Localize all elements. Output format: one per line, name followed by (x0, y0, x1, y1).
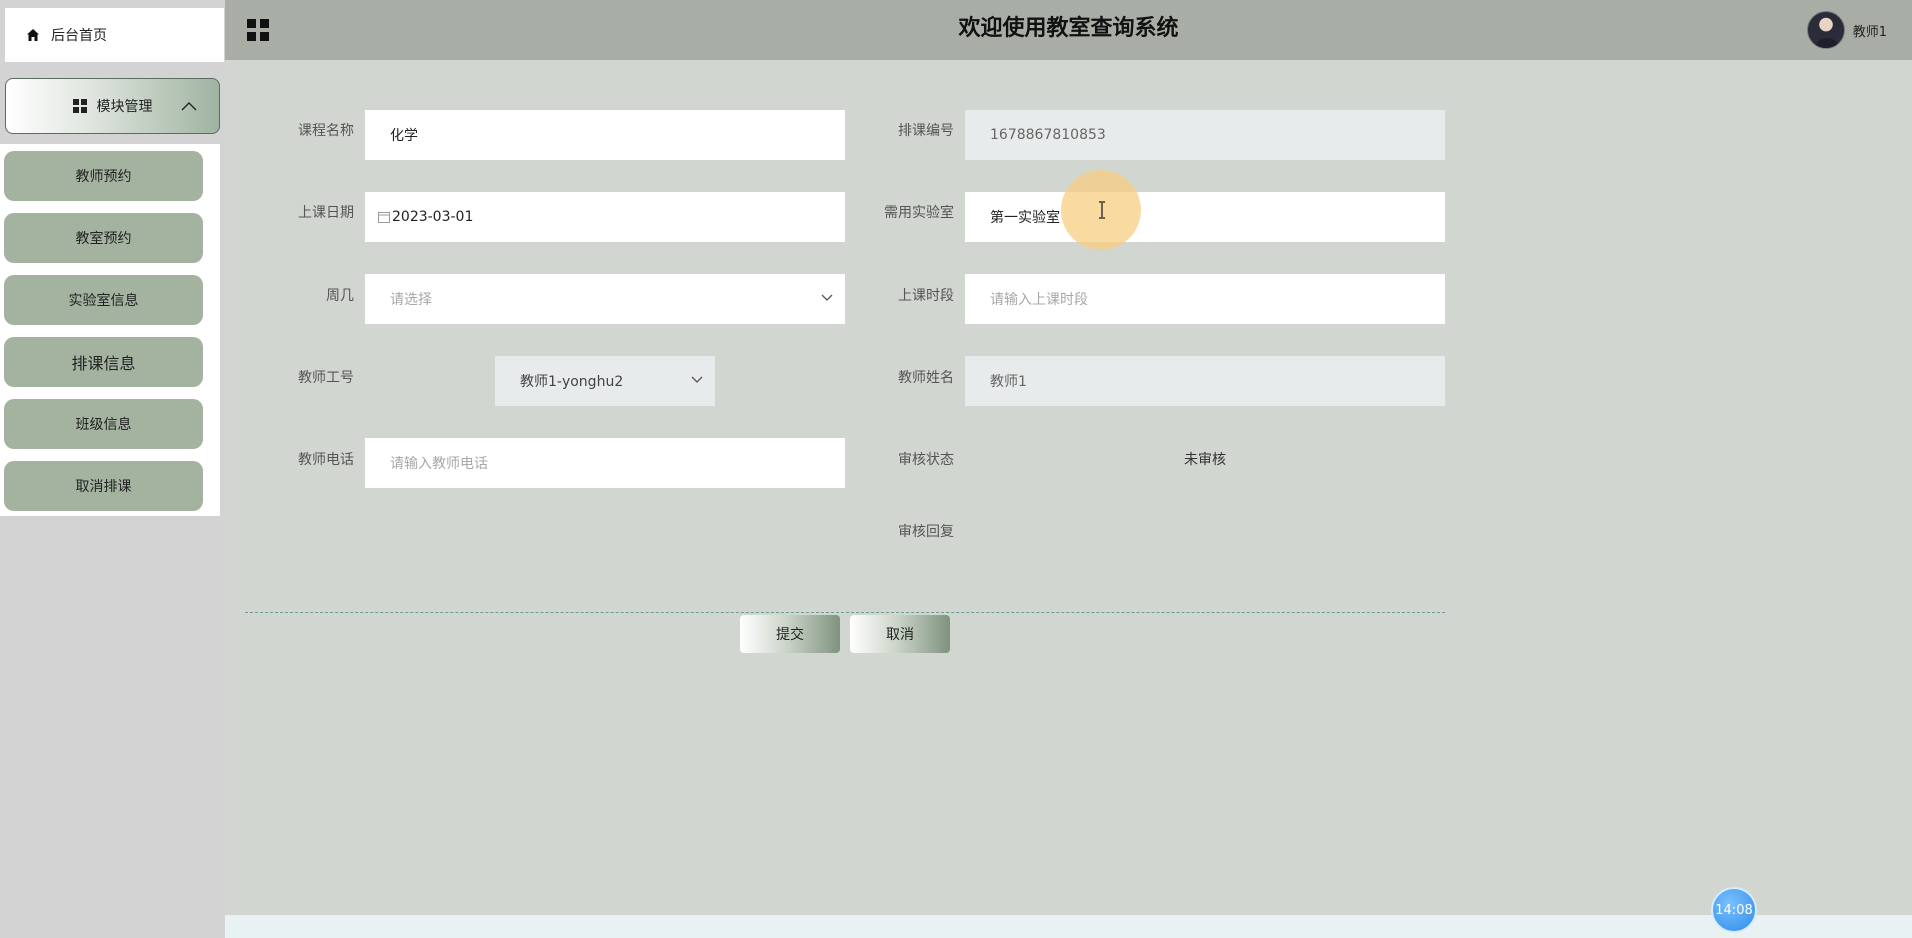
course-name-label: 课程名称 (298, 123, 354, 139)
sidebar-item-teacher-booking[interactable]: 教师预约 (4, 151, 203, 201)
sidebar-item-class-info[interactable]: 班级信息 (4, 399, 203, 449)
user-menu[interactable]: 教师1 (1806, 10, 1887, 50)
cancel-button[interactable]: 取消 (850, 615, 950, 653)
schedule-no-field: 1678867810853 (965, 110, 1445, 160)
class-period-input[interactable]: 请输入上课时段 (965, 274, 1445, 324)
weekday-label: 周几 (326, 288, 354, 304)
teacher-name-field: 教师1 (965, 356, 1445, 406)
class-date-label: 上课日期 (298, 205, 354, 221)
sidebar: 后台首页 模块管理 教师预约 教室预约 实验室信息 排课信息 班级信息 取消排课 (0, 0, 225, 938)
teacher-phone-label: 教师电话 (298, 452, 354, 468)
clock-badge: 14:08 (1711, 887, 1757, 933)
teacher-phone-input[interactable]: 请输入教师电话 (365, 438, 845, 488)
chevron-down-icon (691, 376, 703, 383)
teacher-id-select[interactable]: 教师1-yonghu2 (495, 356, 715, 406)
grid-icon (72, 99, 87, 113)
sidebar-home-label: 后台首页 (51, 28, 107, 44)
sidebar-submenu: 教师预约 教室预约 实验室信息 排课信息 班级信息 取消排课 (0, 144, 220, 516)
home-icon (27, 29, 39, 41)
review-status-label: 审核状态 (898, 452, 954, 468)
sidebar-module-toggle[interactable]: 模块管理 (5, 78, 220, 134)
review-status-value: 未审核 (1184, 452, 1226, 468)
teacher-id-value: 教师1-yonghu2 (520, 374, 624, 390)
sidebar-item-classroom-booking[interactable]: 教室预约 (4, 213, 203, 263)
course-name-input[interactable]: 化学 (365, 110, 845, 160)
text-cursor-icon (1099, 201, 1105, 219)
form-divider (245, 612, 1445, 613)
bottom-strip (225, 915, 1912, 938)
lab-needed-label: 需用实验室 (884, 205, 954, 221)
top-bar: 欢迎使用教室查询系统 教师1 (225, 0, 1912, 60)
class-date-input[interactable]: 2023-03-01 (365, 192, 845, 242)
chevron-up-icon (181, 102, 197, 111)
teacher-id-label: 教师工号 (298, 370, 354, 386)
class-date-value: 2023-03-01 (392, 209, 474, 225)
weekday-select[interactable]: 请选择 (365, 274, 845, 324)
sidebar-item-schedule-info[interactable]: 排课信息 (4, 337, 203, 387)
sidebar-home-link[interactable]: 后台首页 (5, 8, 224, 62)
review-reply-label: 审核回复 (898, 524, 954, 540)
sidebar-item-cancel-schedule[interactable]: 取消排课 (4, 461, 203, 511)
avatar (1806, 11, 1845, 49)
weekday-placeholder: 请选择 (390, 292, 432, 308)
page-title: 欢迎使用教室查询系统 (958, 16, 1179, 41)
submit-button[interactable]: 提交 (740, 615, 840, 653)
schedule-no-label: 排课编号 (898, 123, 954, 139)
chevron-down-icon (821, 294, 833, 301)
sidebar-item-lab-info[interactable]: 实验室信息 (4, 275, 203, 325)
calendar-icon (378, 212, 390, 223)
class-period-label: 上课时段 (898, 288, 954, 304)
teacher-name-label: 教师姓名 (898, 370, 954, 386)
lab-needed-input[interactable]: 第一实验室 (965, 192, 1445, 242)
user-name: 教师1 (1852, 24, 1887, 40)
sidebar-module-label: 模块管理 (96, 99, 153, 115)
